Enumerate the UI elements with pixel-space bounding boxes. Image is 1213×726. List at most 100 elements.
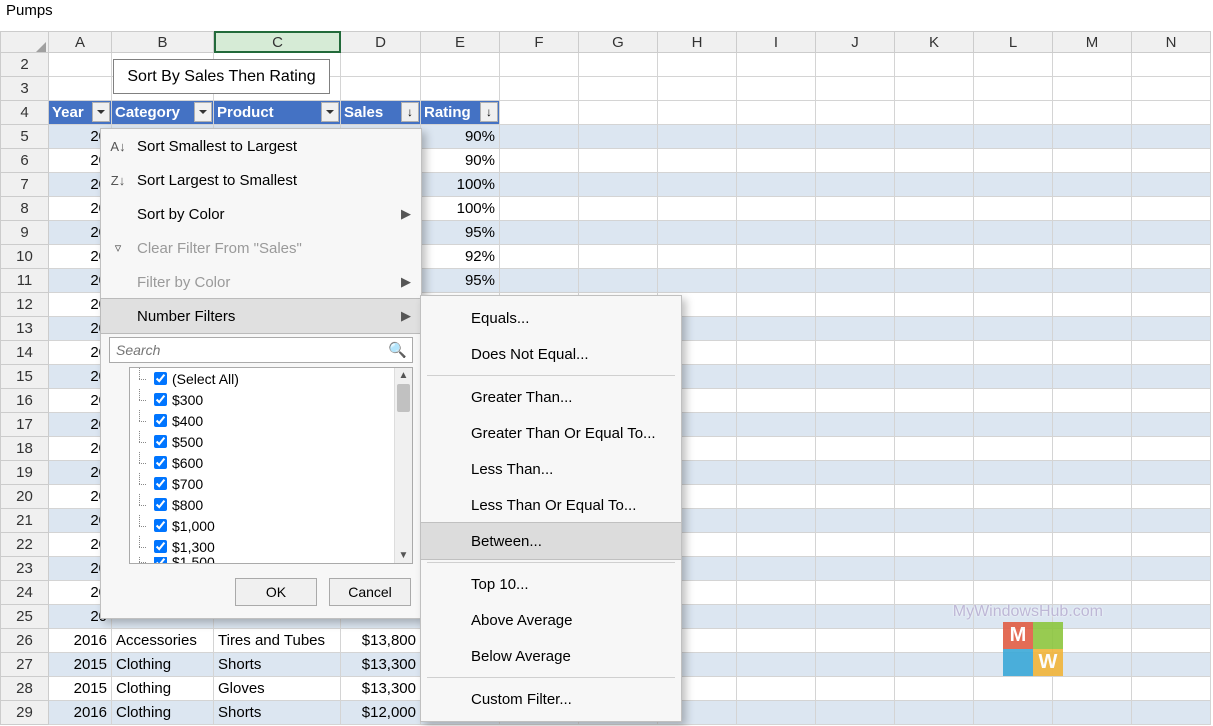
table-header-sales[interactable]: Sales [341,101,421,125]
cell[interactable] [816,125,895,149]
cell[interactable] [895,149,974,173]
cell[interactable]: $13,800 [341,629,421,653]
row-header[interactable]: 3 [0,77,49,101]
cell[interactable] [895,509,974,533]
cell[interactable] [974,581,1053,605]
cell[interactable] [737,533,816,557]
cell[interactable] [500,101,579,125]
filter-value-item[interactable]: $1,000 [130,515,412,536]
cell[interactable] [1132,53,1211,77]
filter-value-item[interactable]: $300 [130,389,412,410]
cell[interactable] [579,269,658,293]
submenu-does-not-equal[interactable]: Does Not Equal... [421,336,681,372]
cell[interactable] [737,629,816,653]
cell[interactable] [1053,77,1132,101]
cell[interactable] [1053,389,1132,413]
cell[interactable] [895,557,974,581]
menu-number-filters[interactable]: Number Filters ▶ [101,299,421,333]
cell[interactable] [737,101,816,125]
filter-dropdown-icon[interactable] [92,102,110,122]
cell[interactable] [816,461,895,485]
cell[interactable] [658,77,737,101]
cell[interactable] [974,293,1053,317]
menu-sort-ascending[interactable]: A↓ Sort Smallest to Largest [101,129,421,163]
cell[interactable] [816,53,895,77]
cell[interactable]: 95% [421,221,500,245]
col-header-M[interactable]: M [1053,31,1132,53]
cell[interactable] [1132,101,1211,125]
filter-value-item[interactable]: $700 [130,473,412,494]
cell[interactable]: Clothing [112,677,214,701]
row-header[interactable]: 25 [0,605,49,629]
cell[interactable] [1053,125,1132,149]
filter-value-checkbox[interactable] [154,477,167,490]
cell[interactable] [579,101,658,125]
row-header[interactable]: 7 [0,173,49,197]
cell[interactable] [1132,605,1211,629]
row-header[interactable]: 19 [0,461,49,485]
ok-button[interactable]: OK [235,578,317,606]
submenu-custom-filter[interactable]: Custom Filter... [421,681,681,717]
cell[interactable] [737,509,816,533]
cell[interactable] [579,77,658,101]
cell[interactable] [816,509,895,533]
filter-value-checkbox[interactable] [154,557,167,564]
cell[interactable] [658,125,737,149]
cell[interactable] [895,389,974,413]
cell[interactable]: Tires and Tubes [214,629,341,653]
table-header-product[interactable]: Product [214,101,341,125]
filter-value-checkbox[interactable] [154,540,167,553]
submenu-between[interactable]: Between... [421,523,681,559]
col-header-A[interactable]: A [49,31,112,53]
cell[interactable] [1132,293,1211,317]
cell[interactable] [974,149,1053,173]
cell[interactable] [816,677,895,701]
cell[interactable]: 2016 [49,701,112,725]
submenu-greater-than-or-equal[interactable]: Greater Than Or Equal To... [421,415,681,451]
col-header-I[interactable]: I [737,31,816,53]
cell[interactable] [737,413,816,437]
cell[interactable] [737,53,816,77]
cell[interactable] [421,53,500,77]
cell[interactable] [737,221,816,245]
cell[interactable] [500,197,579,221]
cell[interactable] [658,173,737,197]
cell[interactable] [895,245,974,269]
cell[interactable] [1132,389,1211,413]
filter-value-item[interactable]: (Select All) [130,368,412,389]
cell[interactable] [737,677,816,701]
formula-bar[interactable]: Pumps [0,0,1213,27]
row-header[interactable]: 22 [0,533,49,557]
table-header-category[interactable]: Category [112,101,214,125]
table-header-year[interactable]: Year [49,101,112,125]
row-header[interactable]: 29 [0,701,49,725]
cell[interactable] [500,245,579,269]
scroll-thumb[interactable] [397,384,410,412]
cell[interactable]: $13,300 [341,653,421,677]
col-header-E[interactable]: E [421,31,500,53]
cell[interactable] [816,653,895,677]
cell[interactable] [895,653,974,677]
row-header[interactable]: 20 [0,485,49,509]
cell[interactable] [895,461,974,485]
cell[interactable] [1053,53,1132,77]
cell[interactable] [974,437,1053,461]
cell[interactable] [737,269,816,293]
col-header-H[interactable]: H [658,31,737,53]
col-header-G[interactable]: G [579,31,658,53]
cell[interactable] [974,701,1053,725]
col-header-C[interactable]: C [214,31,341,53]
cell[interactable] [341,77,421,101]
cell[interactable] [737,389,816,413]
filter-value-checkbox[interactable] [154,498,167,511]
cell[interactable] [816,581,895,605]
cell[interactable] [1053,557,1132,581]
cell[interactable] [1053,677,1132,701]
row-header[interactable]: 4 [0,101,49,125]
cell[interactable] [1053,437,1132,461]
cell[interactable] [737,581,816,605]
cell[interactable] [658,53,737,77]
row-header[interactable]: 13 [0,317,49,341]
row-header[interactable]: 18 [0,437,49,461]
row-header[interactable]: 2 [0,53,49,77]
